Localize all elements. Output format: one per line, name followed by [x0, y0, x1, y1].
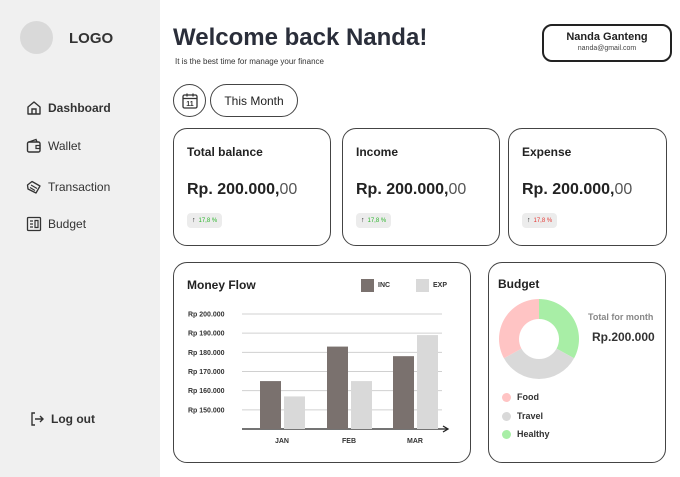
amount-cents: 00	[279, 181, 298, 198]
sidebar: LOGO Dashboard Wallet Transaction Budget…	[0, 0, 160, 477]
budget-legend-healthy: Healthy	[502, 429, 550, 439]
y-tick-label: Rp 150.000	[188, 407, 225, 414]
page-subtitle: It is the best time for manage your fina…	[175, 57, 324, 66]
period-selector[interactable]: This Month	[210, 84, 298, 117]
donut-slice-food	[499, 299, 539, 359]
sidebar-item-label: Transaction	[48, 180, 111, 194]
arrow-up-icon: ↑	[361, 217, 365, 224]
money-flow-chart: Rp 200.000 Rp 190.000 Rp 180.000 Rp 170.000…	[188, 312, 450, 445]
bar-inc-jan	[260, 381, 281, 429]
sidebar-item-budget[interactable]: Budget	[26, 216, 86, 232]
budget-legend-food: Food	[502, 392, 539, 402]
x-tick-label: FEB	[342, 438, 356, 445]
profile-card[interactable]: Nanda Ganteng nanda@gmail.com	[542, 24, 672, 62]
bar-inc-mar	[393, 356, 414, 429]
budget-total-label: Total for month	[588, 312, 654, 322]
y-tick-label: Rp 190.000	[188, 331, 225, 338]
balance-card: Total balance Rp. 200.000,00 ↑ 17,8 %	[173, 128, 331, 246]
calendar-day: 11	[186, 101, 194, 108]
arrow-up-icon: ↑	[527, 217, 531, 224]
x-tick-label: MAR	[407, 438, 423, 445]
budget-total-value: Rp.200.000	[592, 330, 655, 344]
change-value: 17,8 %	[367, 217, 387, 224]
bar-exp-jan	[284, 396, 305, 429]
logout-label: Log out	[51, 412, 95, 426]
logo-text: LOGO	[69, 30, 114, 47]
legend-label: Travel	[517, 411, 544, 421]
sidebar-item-label: Dashboard	[48, 101, 111, 115]
legend-label: Food	[517, 392, 539, 402]
profile-email: nanda@gmail.com	[577, 45, 637, 52]
budget-legend-travel: Travel	[502, 411, 543, 421]
amount-main: Rp. 200.000,	[522, 181, 615, 198]
legend-dot	[502, 411, 511, 421]
bar-exp-feb	[351, 381, 372, 429]
amount-cents: 00	[448, 181, 467, 198]
wallet-icon	[26, 138, 41, 153]
card-title: Expense	[522, 145, 572, 159]
logout-button[interactable]: Log out	[29, 411, 95, 427]
logo-icon	[20, 21, 53, 54]
money-flow-panel: Money Flow INC EXP Rp 200.000 Rp 190.000 R…	[173, 262, 471, 463]
card-amount: Rp. 200.000,00	[356, 181, 466, 199]
budget-title: Budget	[498, 277, 540, 291]
x-tick-label: JAN	[275, 438, 289, 445]
y-tick-label: Rp 200.000	[188, 312, 225, 319]
donut-slice-healthy	[539, 299, 579, 359]
home-icon	[27, 101, 41, 115]
legend-dot	[502, 429, 511, 439]
amount-cents: 00	[614, 181, 633, 198]
calendar-button[interactable]: 11	[173, 84, 206, 117]
bar-inc-feb	[327, 346, 348, 429]
change-badge: ↑ 17,8 %	[522, 213, 558, 228]
arrow-up-icon: ↑	[192, 217, 196, 224]
logout-icon	[31, 412, 44, 426]
legend-label: Healthy	[517, 429, 550, 439]
calendar-icon: 11	[181, 93, 198, 109]
budget-donut-chart	[499, 299, 579, 379]
change-badge: ↑ 17,8 %	[356, 213, 392, 228]
card-amount: Rp. 200.000,00	[522, 181, 632, 199]
change-value: 17,8 %	[198, 217, 218, 224]
card-title: Income	[356, 145, 399, 159]
page-title: Welcome back Nanda!	[173, 24, 428, 51]
y-tick-label: Rp 160.000	[188, 388, 225, 395]
y-tick-label: Rp 170.000	[188, 369, 225, 376]
card-title: Total balance	[187, 145, 263, 159]
donut-slice-travel	[503, 348, 575, 379]
budget-panel: Budget Total for month Rp.200.000 Food T…	[488, 262, 666, 463]
sidebar-item-wallet[interactable]: Wallet	[26, 138, 81, 154]
amount-main: Rp. 200.000,	[356, 181, 449, 198]
sidebar-item-label: Wallet	[48, 139, 81, 153]
transaction-icon	[26, 180, 41, 194]
expense-card: Expense Rp. 200.000,00 ↑ 17,8 %	[508, 128, 667, 246]
change-value: 17,8 %	[533, 217, 553, 224]
profile-name: Nanda Ganteng	[566, 31, 648, 43]
sidebar-item-transaction[interactable]: Transaction	[26, 179, 110, 195]
card-amount: Rp. 200.000,00	[187, 181, 297, 199]
sidebar-item-label: Budget	[48, 217, 87, 231]
change-badge: ↑ 17,8 %	[187, 213, 223, 228]
sidebar-item-dashboard[interactable]: Dashboard	[26, 100, 111, 116]
income-card: Income Rp. 200.000,00 ↑ 17,8 %	[342, 128, 500, 246]
bar-exp-mar	[417, 335, 438, 429]
legend-dot	[502, 392, 511, 402]
y-tick-label: Rp 180.000	[188, 350, 225, 357]
amount-main: Rp. 200.000,	[187, 181, 280, 198]
budget-icon	[26, 216, 42, 232]
